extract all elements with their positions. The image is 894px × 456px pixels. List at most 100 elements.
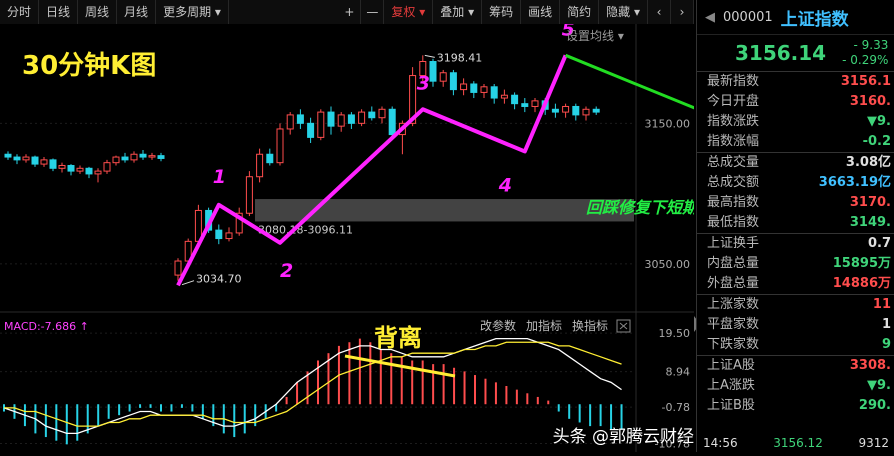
period-tabs: 分时 日线 周线 月线 更多周期 ▾ [0, 0, 229, 24]
tool-buttons: + — 复权 ▾ 叠加 ▾ 筹码 画线 简约 隐藏 ▾ ‹ › [338, 0, 694, 24]
ma-settings[interactable]: 设置均线 ▾ [566, 29, 624, 43]
tool-button-6[interactable]: 简约 [560, 0, 600, 24]
tool-button-3[interactable]: 叠加 ▾ [433, 0, 483, 24]
quote-row-value: 11 [872, 297, 891, 312]
candle [276, 123, 284, 166]
quote-row-label: 总成交额 [707, 175, 760, 190]
tick-price: 3156.12 [773, 436, 823, 450]
quote-row-label: 最低指数 [707, 215, 760, 230]
tool-button-9[interactable]: › [671, 0, 694, 24]
quote-row: 上证B股 290. [697, 396, 894, 416]
macd-tick-label: 8.94 [666, 366, 691, 379]
quote-row-value: 9 [881, 337, 891, 352]
quote-row: 总成交量 3.08亿 [697, 152, 894, 173]
quote-row: 总成交额 3663.19亿 [697, 173, 894, 193]
candle [245, 171, 253, 217]
quote-row-label: 上涨家数 [707, 297, 760, 312]
period-tab-0[interactable]: 分时 [0, 0, 40, 24]
macd-tick-label: 19.50 [659, 327, 691, 340]
quote-row: 指数涨幅 -0.2 [697, 132, 894, 152]
tool-button-7[interactable]: 隐藏 ▾ [599, 0, 648, 24]
quote-row: 今日开盘 3160. [697, 92, 894, 112]
quote-row-label: 下跌家数 [707, 337, 760, 352]
price-tick-label: 3050.00 [645, 258, 691, 271]
quote-row-value: -0.2 [862, 134, 891, 149]
quote-row-label: 平盘家数 [707, 317, 760, 332]
quote-row-value: 3170. [849, 195, 891, 210]
quote-row-value: 1 [881, 317, 891, 332]
watermark: 头条 @郭腾云财经 [553, 427, 694, 447]
quote-row-value: ▼9. [867, 114, 891, 129]
high-label: 3198.41 [437, 51, 483, 64]
tool-button-4[interactable]: 筹码 [482, 0, 522, 24]
chart-area: 3080.18-3096.11 3050.00 3150.00 19.50 8.94… [0, 18, 894, 452]
quote-row-label: 上证A股 [707, 358, 755, 373]
tool-button-1[interactable]: — [361, 0, 385, 24]
quote-row: 上证换手 0.7 [697, 233, 894, 254]
chart-background [0, 24, 694, 452]
change-percent: - 0.29% [842, 53, 889, 67]
quote-row: 最高指数 3170. [697, 193, 894, 213]
wave-label-3: 3 [417, 72, 430, 94]
panel-header: ◀ 000001 上证指数 [697, 0, 894, 35]
tool-button-2[interactable]: 复权 ▾ [384, 0, 434, 24]
quote-row-value: 3149. [849, 215, 891, 230]
quote-row-label: 最高指数 [707, 195, 760, 210]
quote-row-label: 最新指数 [707, 74, 760, 89]
quote-row-label: 今日开盘 [707, 94, 760, 109]
period-tab-1[interactable]: 日线 [39, 0, 79, 24]
quote-row: 下跌家数 9 [697, 335, 894, 355]
indicator-btn-1[interactable]: 加指标 [526, 318, 562, 333]
quote-row-label: 上证换手 [707, 236, 760, 251]
candle [317, 109, 325, 141]
quote-row-label: 外盘总量 [707, 276, 760, 291]
price-tick-label: 3150.00 [645, 117, 691, 130]
quote-row-value: 15895万 [832, 256, 891, 271]
macd-tick-label: -0.78 [662, 401, 690, 414]
tool-button-8[interactable]: ‹ [648, 0, 671, 24]
macd-indicator-label: MACD:-7.686 ↑ [4, 320, 89, 333]
candle [358, 109, 366, 127]
quote-row-label: 指数涨跌 [707, 114, 760, 129]
quote-row-label: 指数涨幅 [707, 134, 760, 149]
quote-rows: 最新指数 3156.1 今日开盘 3160. 指数涨跌 ▼9. 指数涨幅 -0.2 总成交量 3.… [697, 72, 894, 416]
quote-row: 指数涨跌 ▼9. [697, 112, 894, 132]
quote-row-value: 14886万 [832, 276, 891, 291]
period-tab-4[interactable]: 更多周期 ▾ [156, 0, 229, 24]
wave-label-4: 4 [498, 174, 512, 196]
quote-row: 上A涨跌 ▼9. [697, 376, 894, 396]
dropdown-arrow-icon[interactable]: ◀ [705, 10, 715, 25]
quote-row-label: 上证B股 [707, 398, 755, 413]
tick-footer: 14:56 3156.12 9312 [697, 436, 894, 452]
kline-chart[interactable]: 3080.18-3096.11 3050.00 3150.00 19.50 8.94… [0, 18, 894, 452]
quote-row: 最新指数 3156.1 [697, 72, 894, 92]
quote-row-label: 上A涨跌 [707, 378, 755, 393]
wave-label-1: 1 [213, 166, 226, 188]
low-label: 3034.70 [196, 273, 242, 286]
tool-button-5[interactable]: 画线 [521, 0, 561, 24]
quote-row-value: ▼9. [867, 378, 891, 393]
quote-row: 最低指数 3149. [697, 213, 894, 233]
current-price: 3156.14 [735, 41, 827, 65]
note-label: 回踩修复下短期均线 [586, 198, 694, 217]
quote-row: 外盘总量 14886万 [697, 274, 894, 294]
quote-row-value: 3.08亿 [845, 155, 891, 170]
change-value: - 9.33 [853, 38, 889, 52]
quote-row: 上证A股 3308. [697, 355, 894, 376]
indicator-btn-0[interactable]: 改参数 [480, 318, 516, 333]
quote-row-value: 3160. [849, 94, 891, 109]
change-box: - 9.33 - 0.29% [842, 38, 888, 68]
quote-row: 平盘家数 1 [697, 315, 894, 335]
quote-row-value: 3663.19亿 [818, 175, 891, 190]
quote-row-value: 290. [858, 398, 891, 413]
chart-toolbar: 分时 日线 周线 月线 更多周期 ▾ + — 复权 ▾ 叠加 ▾ 筹码 画线 简约 隐藏 ▾ ‹ › [0, 0, 694, 25]
tick-time: 14:56 [703, 436, 738, 450]
tool-button-0[interactable]: + [338, 0, 362, 24]
period-tab-3[interactable]: 月线 [117, 0, 157, 24]
stock-code: 000001 [723, 9, 773, 25]
indicator-btn-2[interactable]: 换指标 [572, 318, 608, 333]
period-tab-2[interactable]: 周线 [78, 0, 118, 24]
quote-row-value: 3156.1 [840, 74, 891, 89]
panel-quote: 3156.14 - 9.33 - 0.29% [697, 35, 894, 72]
support-zone [255, 199, 634, 222]
